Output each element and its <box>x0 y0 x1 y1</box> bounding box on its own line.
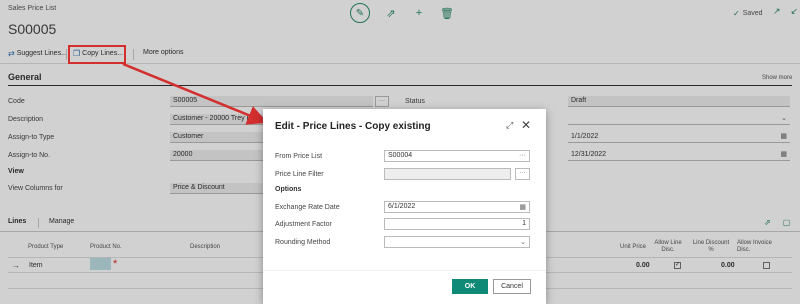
copy-existing-dialog: Edit - Price Lines - Copy existing ⤢ ✕ F… <box>263 109 546 304</box>
options-heading: Options <box>275 186 302 193</box>
from-price-list-label: From Price List <box>275 153 323 160</box>
ok-button[interactable]: OK <box>452 279 488 294</box>
from-price-list-value: S00004 <box>388 152 413 159</box>
adjustment-factor-label: Adjustment Factor <box>275 221 332 228</box>
exchange-rate-date-value: 6/1/2022 <box>388 203 416 210</box>
dialog-title: Edit - Price Lines - Copy existing <box>275 121 431 132</box>
adjustment-factor-field[interactable]: 1 <box>384 218 530 230</box>
from-price-list-field[interactable]: S00004 ··· <box>384 150 530 162</box>
expand-icon[interactable]: ⤢ <box>506 120 513 131</box>
exchange-rate-date-field[interactable]: 6/1/2022 ▦ <box>384 201 530 213</box>
dialog-divider <box>263 270 546 271</box>
calendar-icon[interactable]: ▦ <box>519 203 526 211</box>
price-line-filter-field[interactable] <box>384 168 511 180</box>
price-line-filter-label: Price Line Filter <box>275 171 324 178</box>
cancel-button[interactable]: Cancel <box>493 279 531 294</box>
lookup-icon[interactable]: ··· <box>519 152 526 159</box>
filter-lookup-button[interactable]: ··· <box>515 168 530 180</box>
rounding-method-label: Rounding Method <box>275 239 331 246</box>
chevron-down-icon: ⌄ <box>520 239 526 246</box>
exchange-rate-date-label: Exchange Rate Date <box>275 204 340 211</box>
close-icon[interactable]: ✕ <box>521 118 531 132</box>
rounding-method-field[interactable]: ⌄ <box>384 236 530 248</box>
